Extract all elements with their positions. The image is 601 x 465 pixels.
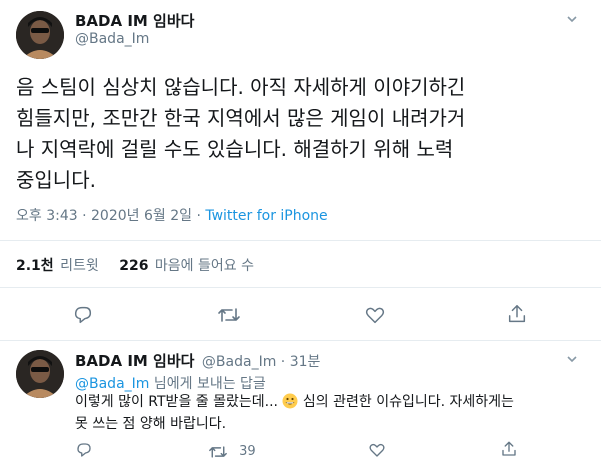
author-handle[interactable]: @Bada_Im xyxy=(75,31,149,47)
tweet-text-line: 나 지역락에 걸릴 수도 있습니다. 해결하기 위해 노력 xyxy=(16,137,454,161)
reply-retweet-count: 39 xyxy=(239,444,256,459)
retweet-icon[interactable] xyxy=(217,304,241,326)
share-icon[interactable] xyxy=(506,303,528,325)
tweet-text: 음 스팀이 심상치 않습니다. 아직 자세하게 이야기하긴 힘들지만, 조만간 … xyxy=(16,72,586,196)
tweet-timestamp[interactable]: 오후 3:43 · 2020년 6월 2일 xyxy=(16,208,192,224)
like-icon[interactable] xyxy=(364,304,386,326)
reply-time[interactable]: · 31분 xyxy=(281,354,321,370)
reply-retweet-action[interactable]: 39 xyxy=(208,441,256,461)
tweet-source[interactable]: Twitter for iPhone xyxy=(205,208,327,224)
likes-stat[interactable]: 226 마음에 들어요 수 xyxy=(119,258,254,274)
replying-to: @Bada_Im 님에게 보내는 답글 xyxy=(75,373,266,393)
retweets-label: 리트윗 xyxy=(60,258,99,274)
divider xyxy=(0,340,601,341)
likes-label: 마음에 들어요 수 xyxy=(154,258,254,274)
divider xyxy=(0,240,601,241)
author-avatar[interactable] xyxy=(16,11,64,59)
reply-handle[interactable]: @Bada_Im xyxy=(202,354,276,370)
likes-count: 226 xyxy=(119,258,149,274)
divider xyxy=(0,287,601,288)
author-name[interactable]: BADA IM 임바다 xyxy=(75,10,194,31)
like-icon[interactable] xyxy=(368,441,386,459)
reply-text-line: 못 쓰는 점 양해 바랍니다. xyxy=(75,416,227,432)
tweet-text-line: 중입니다. xyxy=(16,168,96,192)
chevron-down-icon[interactable] xyxy=(565,12,579,26)
reply-author-avatar[interactable] xyxy=(16,350,64,398)
retweet-icon xyxy=(208,443,228,461)
share-icon[interactable] xyxy=(500,440,518,458)
meta-separator: · xyxy=(196,208,201,224)
tweet-stats: 2.1천 리트윗 226 마음에 들어요 수 xyxy=(16,255,254,275)
reply-header: BADA IM 임바다 @Bada_Im · 31분 xyxy=(75,350,320,371)
reply-author-name[interactable]: BADA IM 임바다 xyxy=(75,352,194,370)
replying-to-suffix: 님에게 보내는 답글 xyxy=(153,376,266,392)
tweet-meta: 오후 3:43 · 2020년 6월 2일 · Twitter for iPho… xyxy=(16,205,328,225)
grinning-emoji-icon xyxy=(282,393,298,415)
tweet-text-line: 힘들지만, 조만간 한국 지역에서 많은 게임이 내려가거 xyxy=(16,106,466,130)
tweet-text-line: 음 스팀이 심상치 않습니다. 아직 자세하게 이야기하긴 xyxy=(16,75,466,99)
reply-icon[interactable] xyxy=(75,441,93,459)
retweets-count: 2.1천 xyxy=(16,258,54,274)
reply-text: 이렇게 많이 RT받을 줄 몰랐는데... 심의 관련한 이슈입니다. 자세하게… xyxy=(75,393,590,434)
chevron-down-icon[interactable] xyxy=(565,352,579,366)
reply-text-part: 심의 관련한 이슈입니다. 자세하게는 xyxy=(302,394,514,410)
reply-icon[interactable] xyxy=(72,304,94,326)
replying-to-handle[interactable]: @Bada_Im xyxy=(75,376,149,392)
retweets-stat[interactable]: 2.1천 리트윗 xyxy=(16,258,103,274)
reply-text-part: 이렇게 많이 RT받을 줄 몰랐는데... xyxy=(75,394,278,410)
